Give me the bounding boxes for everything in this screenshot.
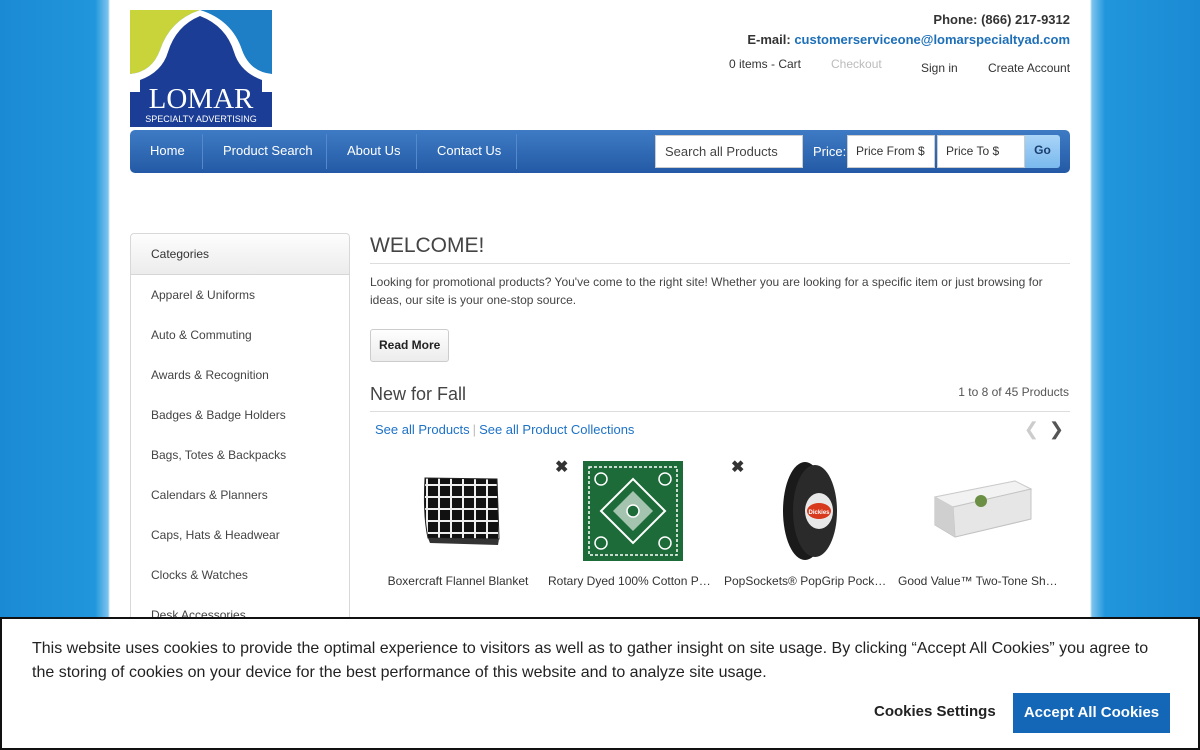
category-item[interactable]: Badges & Badge Holders (131, 395, 349, 435)
nav-product-search[interactable]: Product Search (223, 130, 313, 173)
create-account-link[interactable]: Create Account (988, 61, 1070, 75)
price-from-input[interactable]: Price From $ (847, 135, 935, 168)
category-item[interactable]: Clocks & Watches (131, 555, 349, 595)
phone-line: Phone: (866) 217-9312 (747, 12, 1070, 32)
email-link[interactable]: customerserviceone@lomarspecialtyad.com (794, 32, 1070, 47)
product-image[interactable] (373, 455, 543, 565)
sign-in-link[interactable]: Sign in (921, 61, 958, 75)
email-label: E-mail: (747, 32, 791, 47)
category-item[interactable]: Awards & Recognition (131, 355, 349, 395)
phone-label: Phone: (933, 12, 978, 27)
read-more-button[interactable]: Read More (370, 329, 450, 362)
popsocket-image: Dickies (783, 462, 837, 560)
nav-contact-us[interactable]: Contact Us (437, 130, 501, 173)
price-to-input[interactable]: Price To $ (937, 135, 1025, 168)
product-name[interactable]: Rotary Dyed 100% Cotton Paisley Bandana (545, 574, 715, 588)
cart-link[interactable]: 0 items - Cart (729, 57, 801, 71)
bandana-image (583, 461, 683, 561)
nav-divider (326, 134, 327, 169)
chevron-left-icon[interactable]: ❮ (1024, 419, 1039, 439)
sherpa-blanket-image (933, 480, 1033, 538)
product-name[interactable]: Good Value™ Two-Tone Sherpa Blanket (895, 574, 1065, 588)
email-line: E-mail: customerserviceone@lomarspecialt… (747, 32, 1070, 52)
nav-divider (516, 134, 517, 169)
product-name[interactable]: Boxercraft Flannel Blanket (373, 574, 543, 588)
cookie-text: This website uses cookies to provide the… (32, 640, 1149, 681)
go-button[interactable]: Go (1025, 135, 1060, 168)
new-for-fall-header: New for Fall 1 to 8 of 45 Products (370, 383, 1070, 412)
new-badge-icon: ✖ (555, 459, 569, 476)
product-name[interactable]: PopSockets® PopGrip Pocketable (721, 574, 891, 588)
product-image[interactable]: ✖ (545, 455, 715, 565)
category-item[interactable]: Auto & Commuting (131, 315, 349, 355)
category-item[interactable]: Apparel & Uniforms (131, 275, 349, 315)
product-count: 1 to 8 of 45 Products (958, 385, 1069, 399)
main-content: WELCOME! Looking for promotional product… (370, 233, 1070, 588)
category-item[interactable]: Bags, Totes & Backpacks (131, 435, 349, 475)
lomar-logo[interactable]: LOMAR SPECIALTY ADVERTISING (130, 10, 272, 127)
product-card[interactable]: Boxercraft Flannel Blanket (373, 455, 543, 588)
phone-number[interactable]: (866) 217-9312 (981, 12, 1070, 27)
nav-divider (202, 134, 203, 169)
see-all-links: See all Products | See all Product Collect… (375, 422, 634, 437)
main-navbar: Home Product Search About Us Contact Us … (130, 130, 1070, 173)
chevron-right-icon[interactable]: ❯ (1049, 419, 1064, 439)
link-divider: | (472, 422, 477, 437)
product-card[interactable]: ✖ Rotary Dyed 100% Cotton Paisley Bandan… (545, 455, 715, 588)
welcome-title: WELCOME! (370, 233, 1070, 264)
welcome-text: Looking for promotional products? You've… (370, 275, 1043, 307)
product-card[interactable]: ✖ Dickies PopSockets® PopGrip Pocketable (721, 455, 891, 588)
popsocket-brand-text: Dickies (808, 510, 830, 516)
categories-title: Categories (131, 234, 349, 275)
logo-subtext: SPECIALTY ADVERTISING (145, 114, 257, 124)
nav-divider (416, 134, 417, 169)
accept-all-cookies-button[interactable]: Accept All Cookies (1013, 693, 1170, 733)
see-all-products-link[interactable]: See all Products (375, 422, 470, 437)
product-search-input[interactable]: Search all Products (655, 135, 803, 168)
logo-text: LOMAR (149, 83, 254, 115)
checkout-link[interactable]: Checkout (831, 57, 882, 71)
cookies-settings-button[interactable]: Cookies Settings (874, 703, 996, 720)
category-item[interactable]: Caps, Hats & Headwear (131, 515, 349, 555)
contact-info: Phone: (866) 217-9312 E-mail: customerse… (747, 12, 1070, 52)
carousel-arrows: ❮ ❯ (1024, 419, 1064, 440)
blanket-image (423, 477, 500, 545)
category-item[interactable]: Calendars & Planners (131, 475, 349, 515)
product-image[interactable] (895, 455, 1065, 565)
price-label: Price: (813, 144, 847, 159)
nav-about-us[interactable]: About Us (347, 130, 400, 173)
product-card[interactable]: Good Value™ Two-Tone Sherpa Blanket (895, 455, 1065, 588)
nav-home[interactable]: Home (150, 130, 185, 173)
cookie-banner: This website uses cookies to provide the… (0, 617, 1200, 750)
new-badge-icon: ✖ (731, 459, 745, 476)
product-image[interactable]: ✖ Dickies (721, 455, 891, 565)
see-all-collections-link[interactable]: See all Product Collections (479, 422, 634, 437)
